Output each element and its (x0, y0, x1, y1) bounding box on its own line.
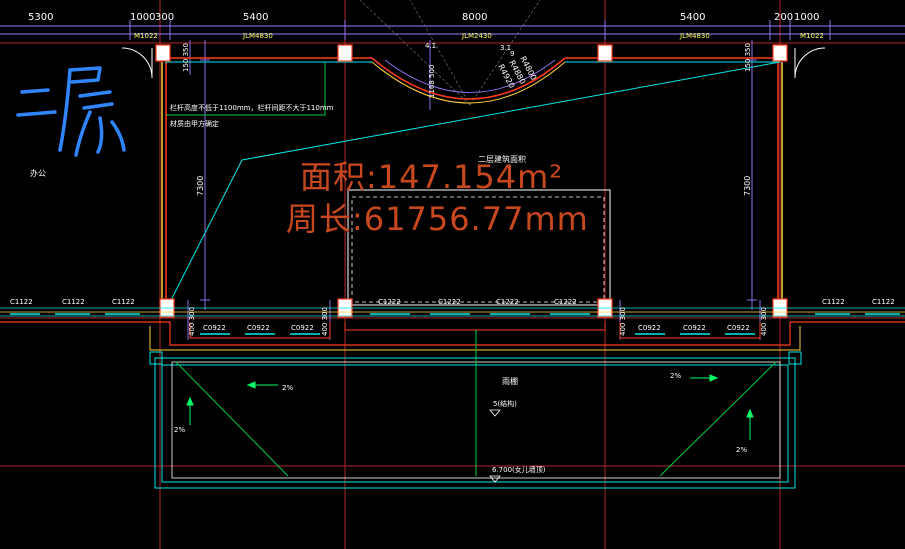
window-right-2: C0922 (683, 324, 706, 332)
handwritten-floor-mark (16, 66, 126, 157)
dim-5400-right: 5400 (680, 12, 705, 23)
railing-note-line1: 栏杆高度不低于1100mm，栏杆间距不大于110mm (170, 103, 334, 112)
window-right-1: C0922 (638, 324, 661, 332)
window-center-4: C1222 (554, 298, 577, 306)
door-label-left: M1022 (134, 32, 158, 40)
window-far-left-3: C1122 (112, 298, 135, 306)
door-label-right: M1022 (800, 32, 824, 40)
area-value: 面积:147.154m² (300, 158, 563, 196)
dim-300: 300 (155, 12, 174, 23)
floor-plan-drawing: 5300 1000 300 5400 8000 5400 200 1000 M1… (0, 0, 905, 549)
beam-label-right: JLM4830 (679, 32, 710, 40)
dim-5400-left: 5400 (243, 12, 268, 23)
slope-arrows (186, 374, 754, 440)
upper-element-labels: M1022 JLM4830 JLM2430 JLM4830 M1022 (134, 32, 824, 40)
dim-lower-mid-right: 400 300 (619, 307, 627, 336)
perimeter-value: 周长:61756.77mm (286, 200, 589, 238)
window-left-1: C0922 (203, 324, 226, 332)
window-left-2: C0922 (247, 324, 270, 332)
dim-lower-right: 400 300 (760, 307, 768, 336)
canopy-labels: 雨棚 5(结构) 6.700(女儿墙顶) 2% 2% 2% 2% (174, 372, 747, 474)
arc-small-3: 9 (510, 50, 514, 58)
dim-right-height: 7300 (743, 176, 752, 196)
slope-label-4: 2% (736, 446, 747, 454)
top-dimension-labels: 5300 1000 300 5400 8000 5400 200 1000 (28, 12, 819, 23)
beam-label-left: JLM4830 (242, 32, 273, 40)
arc-small-1: 4.1 (425, 42, 436, 50)
arc-radius-labels: R4800 R4880 R4920 4.1 3.1 9 (425, 42, 538, 90)
window-far-left-1: C1122 (10, 298, 33, 306)
dim-1000: 1000 (130, 12, 155, 23)
window-center-1: C1222 (378, 298, 401, 306)
railing-note-line2: 材质由甲方确定 (170, 119, 219, 128)
slope-label-1: 2% (282, 384, 293, 392)
window-center-3: C1222 (496, 298, 519, 306)
dim-1000-right: 1000 (794, 12, 819, 23)
window-far-right-1: C1122 (822, 298, 845, 306)
area-annotation: 二层建筑面积 面积:147.154m² 周长:61756.77mm (286, 154, 589, 238)
canopy-outline (149, 330, 802, 489)
window-center-2: C1222 (438, 298, 461, 306)
dim-upper-left: 150 350 (182, 43, 190, 72)
window-far-left-2: C1122 (62, 298, 85, 306)
slope-label-2: 2% (670, 372, 681, 380)
axis-grid-lines (0, 0, 905, 549)
dim-upper-right: 150 350 (744, 43, 752, 72)
dim-lower-mid-left: 400 300 (321, 307, 329, 336)
window-far-right-2: C1122 (872, 298, 895, 306)
dim-8000: 8000 (462, 12, 487, 23)
room-label-office: 办公 (30, 168, 46, 178)
beam-label-center: JLM2430 (461, 32, 492, 40)
window-left-3: C0922 (291, 324, 314, 332)
slope-label-3: 2% (174, 426, 185, 434)
dim-lower-left: 400 300 (188, 307, 196, 336)
canopy-title: 雨棚 (502, 376, 518, 386)
dim-left-height: 7300 (196, 176, 205, 196)
dim-200: 200 (774, 12, 793, 23)
canopy-elevation: 6.700(女儿墙顶) (492, 465, 546, 474)
dim-5300: 5300 (28, 12, 53, 23)
dim-center-vertical: 1168 500 (428, 65, 436, 98)
window-right-3: C0922 (727, 324, 750, 332)
canopy-note: 5(结构) (493, 399, 517, 408)
